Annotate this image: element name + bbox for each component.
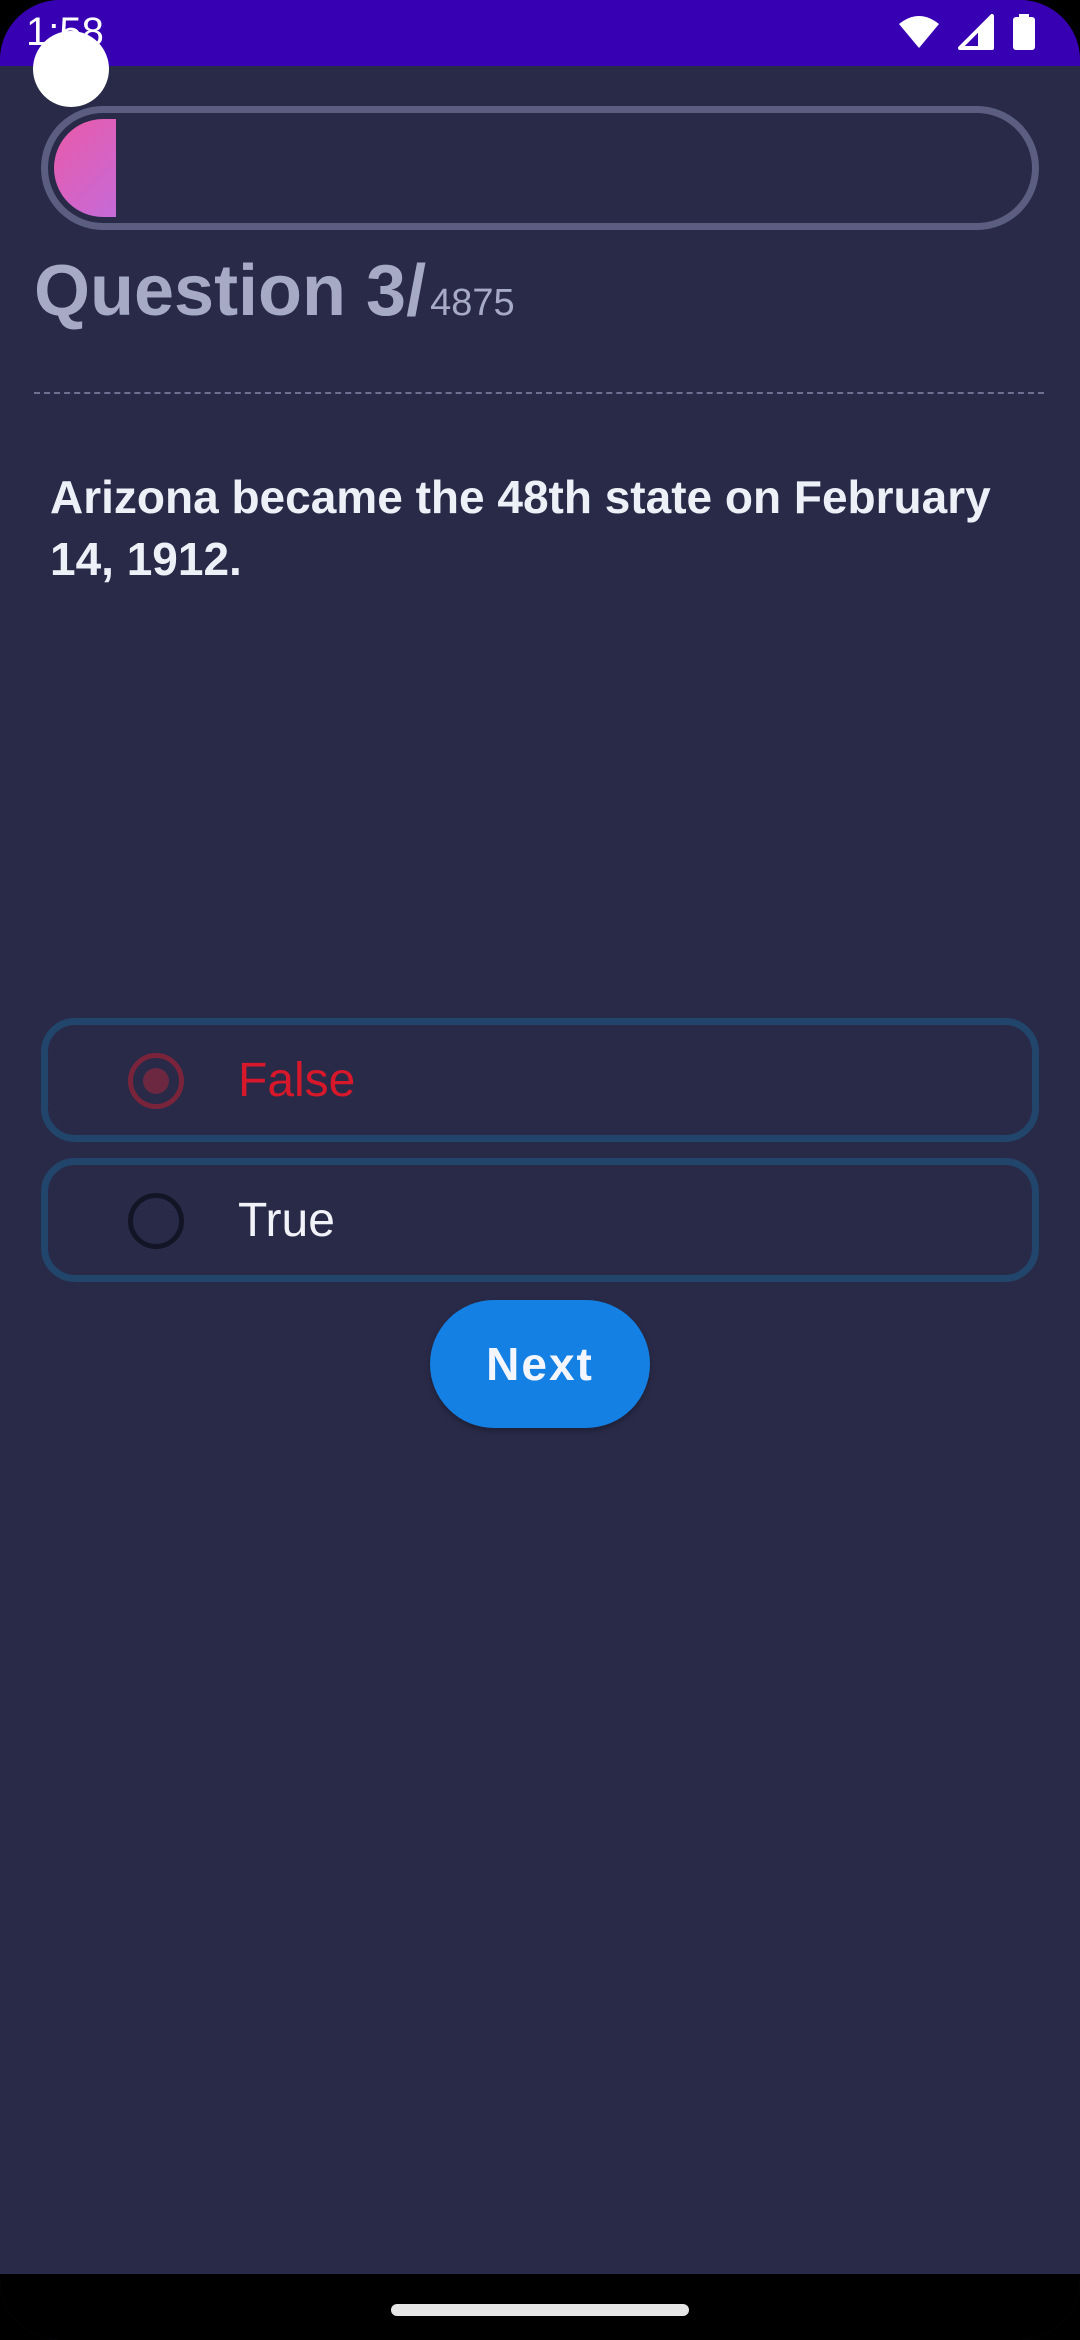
radio-button-selected-icon[interactable] xyxy=(128,1053,184,1109)
question-label: Question xyxy=(34,251,347,331)
question-counter: Question 3 / 4875 xyxy=(34,250,515,332)
navigation-bar xyxy=(0,2274,1080,2340)
status-icons xyxy=(898,14,1036,50)
progress-fill xyxy=(54,119,116,217)
battery-icon xyxy=(1012,14,1036,50)
status-bar: 1:58 xyxy=(0,0,1080,66)
question-current-number: 3 xyxy=(366,251,407,331)
dashed-divider xyxy=(34,392,1044,394)
radio-dot xyxy=(143,1068,169,1094)
next-button[interactable]: Next xyxy=(430,1300,650,1428)
quiz-progress-bar xyxy=(41,106,1039,230)
answer-option-true[interactable]: True xyxy=(41,1158,1039,1282)
screen: 1:58 Questio xyxy=(0,0,1080,2340)
question-separator: / xyxy=(406,251,427,331)
question-text: Arizona became the 48th state on Februar… xyxy=(50,471,991,585)
radio-button-icon[interactable] xyxy=(128,1193,184,1249)
home-indicator[interactable] xyxy=(391,2304,689,2316)
cellular-signal-icon xyxy=(958,14,994,50)
wifi-icon xyxy=(898,15,940,49)
answer-option-false[interactable]: False xyxy=(41,1018,1039,1142)
answer-option-label: True xyxy=(238,1194,335,1247)
camera-cutout xyxy=(33,31,109,107)
question-total-count: 4875 xyxy=(430,282,515,324)
answer-option-label: False xyxy=(238,1054,356,1107)
